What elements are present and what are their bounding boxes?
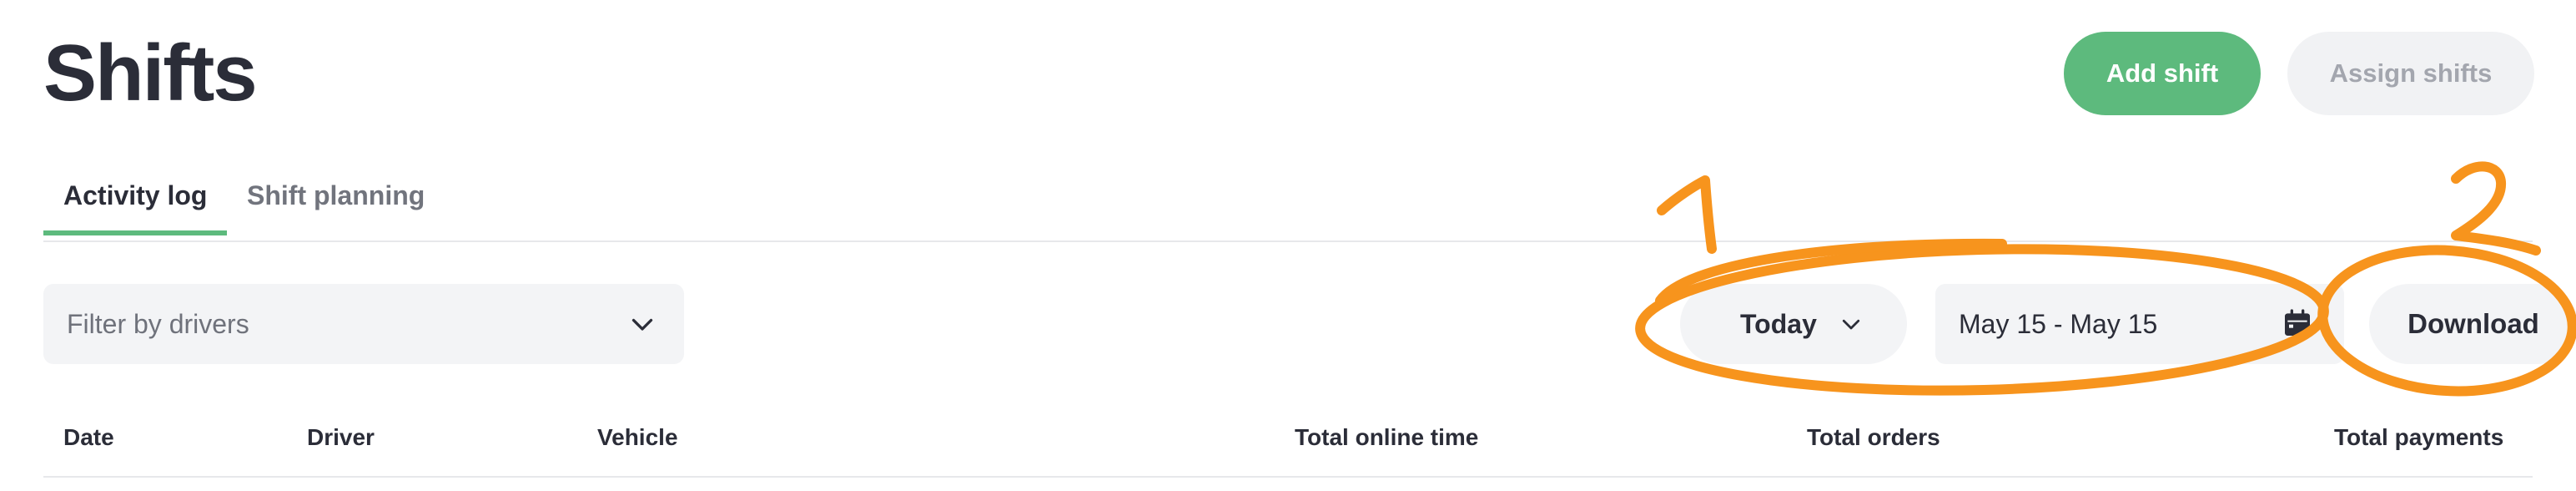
download-button[interactable]: Download [2369,284,2576,364]
column-header-date[interactable]: Date [63,424,114,451]
column-header-total-payments[interactable]: Total payments [2334,424,2503,451]
period-select[interactable]: Today [1680,284,1907,364]
add-shift-button[interactable]: Add shift [2064,32,2261,115]
download-label: Download [2407,308,2539,339]
period-select-label: Today [1740,308,1817,339]
column-header-total-online-time[interactable]: Total online time [1295,424,1478,451]
shifts-page: Shifts Add shift Assign shifts Activity … [43,0,2576,491]
table-header: Date Driver Vehicle Total online time To… [43,413,2533,478]
page-title: Shifts [43,28,258,118]
driver-filter-dropdown[interactable]: Filter by drivers [43,284,684,364]
column-header-total-orders[interactable]: Total orders [1807,424,1940,451]
chevron-down-icon [1842,319,1860,330]
chevron-down-icon [631,318,653,331]
calendar-icon [2285,309,2310,336]
tab-shift-planning[interactable]: Shift planning [247,164,425,240]
date-range-value: May 15 - May 15 [1959,308,2158,339]
date-range-picker[interactable]: May 15 - May 15 [1935,284,2344,364]
column-header-vehicle[interactable]: Vehicle [597,424,678,451]
tab-activity-log[interactable]: Activity log [43,164,227,235]
driver-filter-placeholder: Filter by drivers [67,308,249,339]
tab-bar: Activity log Shift planning [43,164,2533,242]
assign-shifts-button[interactable]: Assign shifts [2287,32,2534,115]
column-header-driver[interactable]: Driver [307,424,375,451]
